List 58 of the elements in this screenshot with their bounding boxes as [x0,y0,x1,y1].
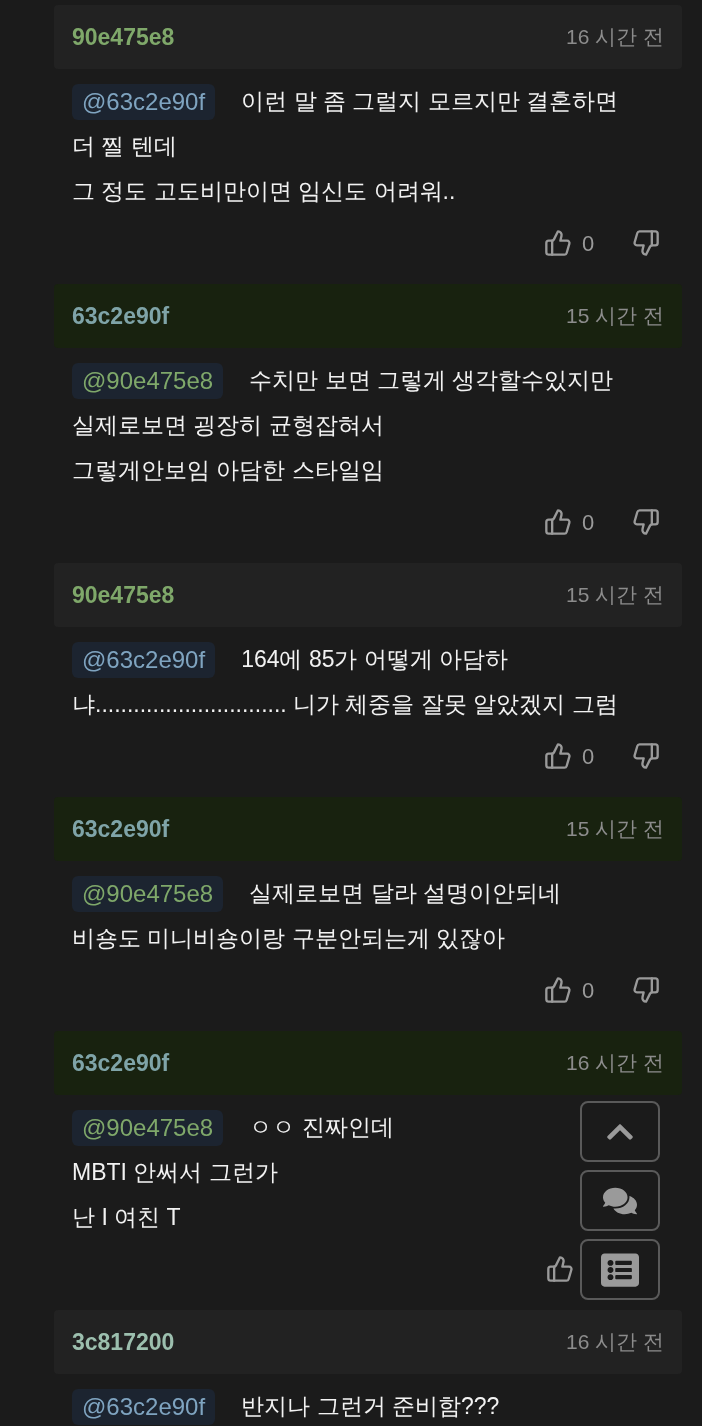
timestamp: 15 시간 전 [565,303,664,330]
author-name[interactable]: 90e475e8 [72,577,175,613]
comment-text: MBTI 안써서 그런가 [72,1158,278,1187]
mention-tag[interactable]: @90e475e8 [72,875,224,912]
dislike-button[interactable] [632,229,660,257]
mention-tag[interactable]: @90e475e8 [72,1109,224,1146]
comment-text: 164에 85가 어떻게 아담하 [241,645,509,674]
mention-tag[interactable]: @63c2e90f [72,641,216,678]
comment-text: 그 정도 고도비만이면 임신도 어려워.. [72,177,456,206]
like-button[interactable] [544,976,572,1004]
comment-text: 난 I 여친 T [72,1203,181,1232]
like-button[interactable] [544,742,572,770]
comment-text: 그렇게안보임 아담한 스타일임 [72,456,384,485]
thumbs-down-icon [632,508,660,536]
timestamp: 15 시간 전 [565,816,664,843]
list-button[interactable] [580,1239,660,1300]
author-name[interactable]: 63c2e90f [72,811,170,847]
like-button[interactable] [544,508,572,536]
author-name[interactable]: 90e475e8 [72,19,175,55]
like-button[interactable] [544,229,572,257]
thumbs-up-icon [544,229,572,257]
comment-text: 실제로보면 달라 설명이안되네 [249,879,561,908]
timestamp: 16 시간 전 [565,1050,664,1077]
thumbs-up-icon [544,742,572,770]
mention-tag[interactable]: @63c2e90f [72,83,216,120]
author-name[interactable]: 63c2e90f [72,298,170,334]
vote-count: 0 [582,742,596,771]
scroll-top-button[interactable] [580,1101,660,1162]
comment-text: 냐.............................. 니가 체중을 잘못 알았겠지 그럼 [72,690,618,719]
timestamp: 16 시간 전 [565,24,664,51]
thumbs-up-icon [544,976,572,1004]
comment-text: 더 찔 텐데 [72,132,177,161]
thumbs-down-icon [632,742,660,770]
mention-tag[interactable]: @90e475e8 [72,362,224,399]
vote-count: 0 [582,229,596,258]
timestamp: 16 시간 전 [565,1329,664,1356]
comment-text: 수치만 보면 그렇게 생각할수있지만 [249,366,614,395]
dislike-button[interactable] [632,508,660,536]
like-button[interactable] [546,1255,574,1283]
comment-text: 비숑도 미니비숑이랑 구분안되는게 있잖아 [72,924,506,953]
dislike-button[interactable] [632,976,660,1004]
vote-count: 0 [582,976,596,1005]
vote-count: 0 [582,508,596,537]
thumbs-up-icon [544,508,572,536]
thumbs-up-icon [546,1255,574,1283]
comment-text: ㅇㅇ 진짜인데 [249,1113,394,1142]
comments-button[interactable] [580,1170,660,1231]
comment-text: 반지나 그런거 준비함??? [241,1392,500,1421]
comment-text: 실제로보면 굉장히 균형잡혀서 [72,411,384,440]
mention-tag[interactable]: @63c2e90f [72,1388,216,1425]
thumbs-down-icon [632,229,660,257]
thumbs-down-icon [632,976,660,1004]
author-name[interactable]: 63c2e90f [72,1045,170,1081]
list-icon [601,1250,639,1289]
comment-text: 이런 말 좀 그럴지 모르지만 결혼하면 [241,87,619,116]
dislike-button[interactable] [632,742,660,770]
timestamp: 15 시간 전 [565,582,664,609]
author-name[interactable]: 3c817200 [72,1324,175,1360]
